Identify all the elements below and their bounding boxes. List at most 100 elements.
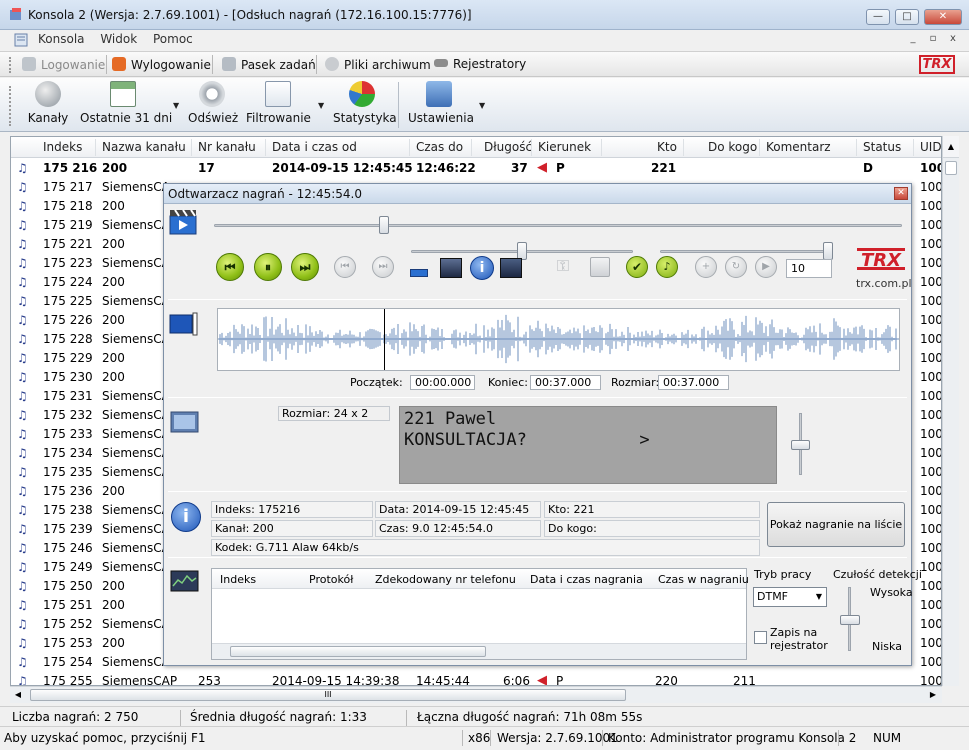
cell-indeks: 175 230 [43, 370, 93, 384]
check-button[interactable]: ✔ [626, 256, 648, 278]
show-on-list-button[interactable]: Pokaż nagranie na liście [767, 502, 905, 547]
position-slider-track[interactable] [214, 224, 902, 227]
direction-arrow-icon: ◀ [537, 673, 547, 686]
info-button[interactable]: i [470, 256, 494, 280]
menu-konsola[interactable]: Konsola [32, 30, 91, 48]
next-mark-button[interactable]: ⏭ [372, 256, 394, 278]
menu-pomoc[interactable]: Pomoc [147, 30, 199, 48]
close-button[interactable]: ✕ [924, 9, 962, 25]
maximize-button[interactable]: □ [895, 9, 919, 25]
pasek-zadan-button[interactable]: Pasek zadań [222, 57, 316, 72]
statystyka-button[interactable]: Statystyka [333, 81, 397, 125]
col-kierunek[interactable]: Kierunek [538, 140, 591, 154]
add-button[interactable]: + [695, 256, 717, 278]
pliki-archiwum-button[interactable]: Pliki archiwum [325, 57, 431, 72]
speed-stepper[interactable]: 10 [786, 259, 832, 278]
sensitivity-slider-thumb[interactable] [840, 615, 860, 625]
col-uid[interactable]: UID [920, 140, 941, 154]
col-dlugosc[interactable]: Długość [484, 140, 532, 154]
status-divider [838, 730, 839, 746]
poczatek-field[interactable]: 00:00.000 [410, 375, 475, 390]
ostatnie-dropdown-arrow[interactable]: ▼ [173, 101, 179, 110]
rejestratory-button[interactable]: Rejestratory [434, 57, 526, 71]
table-row-selected[interactable]: ♫ 175 216 200 17 2014-09-15 12:45:45 12:… [11, 159, 941, 178]
dtmf-col-czas[interactable]: Czas w nagraniu [658, 573, 749, 586]
lcd-vertical-slider-thumb[interactable] [791, 440, 810, 450]
recording-icon: ♫ [17, 408, 28, 422]
table-row[interactable]: ♫ 175 255 SiemensCAP 253 2014-09-15 14:3… [11, 672, 941, 686]
prev-mark-button[interactable]: ⏮ [334, 256, 356, 278]
scroll-left-button[interactable]: ◀ [12, 689, 24, 701]
loop-button[interactable]: ↻ [725, 256, 747, 278]
forward-button[interactable]: ⏭ [291, 253, 319, 281]
playhead-cursor[interactable] [384, 309, 385, 370]
direction-arrow-icon: ◀ [537, 160, 547, 175]
tryb-pracy-select[interactable]: DTMF ▼ [753, 587, 827, 607]
col-czas-do[interactable]: Czas do [416, 140, 463, 154]
save-button[interactable] [590, 257, 610, 277]
player-close-button[interactable]: ✕ [894, 187, 908, 200]
ustawienia-button[interactable]: Ustawienia [408, 81, 474, 125]
cell-nazwa: SiemensCA [102, 522, 170, 536]
scroll-up-button[interactable]: ▲ [942, 136, 959, 158]
toolbar-separator [106, 55, 107, 74]
screen-icon[interactable] [440, 258, 462, 278]
ustawienia-dropdown-arrow[interactable]: ▼ [479, 101, 485, 110]
col-indeks[interactable]: Indeks [43, 140, 82, 154]
speed-slider-thumb[interactable] [823, 242, 833, 260]
ostatnie-31-dni-button[interactable]: Ostatnie 31 dni [80, 81, 172, 125]
waveform-view[interactable] [217, 308, 900, 371]
speaker-button[interactable]: ♪ [656, 256, 678, 278]
col-do-kogo[interactable]: Do kogo [708, 140, 757, 154]
cell-uid: 1001 [920, 294, 941, 308]
filtrowanie-button[interactable]: Filtrowanie [246, 81, 311, 125]
waveform-panel-icon [169, 311, 201, 339]
status-divider [490, 730, 491, 746]
cell-kierunek: P [556, 674, 564, 686]
czulosc-label: Czułość detekcji [833, 568, 922, 581]
col-kto[interactable]: Kto [657, 140, 677, 154]
dtmf-scrollbar-thumb[interactable] [230, 646, 486, 657]
spectrum-icon[interactable] [500, 258, 522, 278]
mdi-close-button[interactable]: x [945, 33, 961, 47]
col-nr-kanalu[interactable]: Nr kanału [198, 140, 256, 154]
dtmf-col-data[interactable]: Data i czas nagrania [530, 573, 643, 586]
menu-widok[interactable]: Widok [94, 30, 143, 48]
dtmf-horizontal-scrollbar[interactable] [212, 643, 746, 659]
rewind-button[interactable]: ⏮ [216, 253, 244, 281]
logowanie-button[interactable]: Logowanie [22, 57, 105, 72]
marker-icon[interactable] [410, 269, 428, 277]
odswiez-button[interactable]: Odśwież [188, 81, 238, 125]
mdi-restore-button[interactable]: ▫ [925, 33, 941, 47]
zapis-checkbox[interactable] [754, 631, 767, 644]
vertical-scrollbar[interactable] [942, 158, 959, 686]
wylogowanie-button[interactable]: Wylogowanie [112, 57, 211, 72]
col-komentarz[interactable]: Komentarz [766, 140, 831, 154]
kanaly-button[interactable]: Kanały [26, 81, 70, 125]
filtrowanie-dropdown-arrow[interactable]: ▼ [318, 101, 324, 110]
col-data-od[interactable]: Data i czas od [272, 140, 357, 154]
col-divider [471, 139, 472, 156]
mdi-minimize-button[interactable]: _ [905, 33, 921, 47]
cell-nazwa: SiemensCA [102, 389, 170, 403]
recording-icon: ♫ [17, 636, 28, 650]
horizontal-scrollbar[interactable]: ◀ III ▶ [10, 686, 942, 703]
skip-button[interactable]: ▶ [755, 256, 777, 278]
speed-slider-track[interactable] [660, 250, 832, 253]
dtmf-col-protokol[interactable]: Protokół [309, 573, 353, 586]
scroll-right-button[interactable]: ▶ [927, 689, 939, 701]
dtmf-col-indeks[interactable]: Indeks [220, 573, 256, 586]
toolbar-separator [212, 55, 213, 74]
col-nazwa-kanalu[interactable]: Nazwa kanału [102, 140, 186, 154]
pause-button[interactable]: ⏸ [254, 253, 282, 281]
key-icon[interactable]: ⚿ [552, 256, 574, 278]
dtmf-col-numer[interactable]: Zdekodowany nr telefonu [375, 573, 516, 586]
koniec-field[interactable]: 00:37.000 [530, 375, 601, 390]
cell-nazwa: 200 [102, 598, 125, 612]
horizontal-scrollbar-thumb[interactable]: III [30, 689, 626, 701]
toolbar-separator [316, 55, 317, 74]
position-slider-thumb[interactable] [379, 216, 389, 234]
scrollbar-thumb[interactable] [945, 161, 957, 175]
minimize-button[interactable]: — [866, 9, 890, 25]
col-status[interactable]: Status [863, 140, 901, 154]
